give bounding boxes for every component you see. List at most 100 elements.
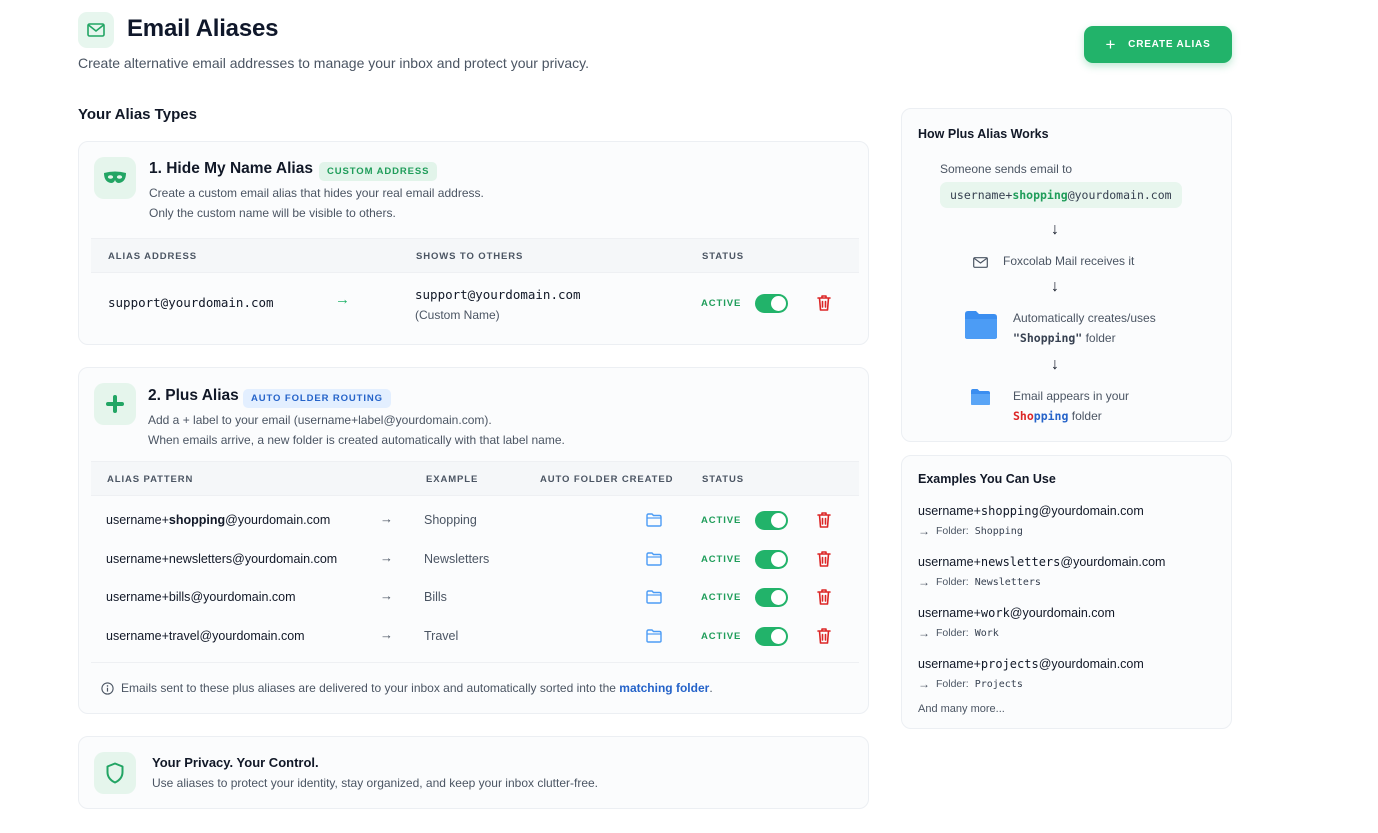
desc-line: When emails arrive, a new folder is crea…: [148, 432, 565, 447]
flow-address-label: shopping: [1012, 188, 1068, 202]
header-mail-icon: [78, 12, 114, 48]
arrow-right-icon: →: [918, 626, 930, 640]
alias-prefix: username+: [106, 551, 169, 566]
example-folder: → Folder: Newsletters: [918, 575, 1041, 589]
example-address: username+work@yourdomain.com: [918, 606, 1115, 620]
alias-pattern: username+newsletters@yourdomain.com: [106, 552, 337, 566]
folder-icon: [964, 310, 998, 345]
examples-panel: Examples You Can Use username+shopping@y…: [901, 455, 1232, 729]
delete-icon[interactable]: [816, 627, 832, 645]
flow-step-3-suffix: folder: [1082, 331, 1116, 345]
alias-pattern: username+travel@yourdomain.com: [106, 629, 305, 643]
example-suffix: @yourdomain.com: [1060, 555, 1166, 569]
privacy-description: Use aliases to protect your identity, st…: [152, 776, 599, 790]
privacy-card: Your Privacy. Your Control. Use aliases …: [78, 736, 869, 809]
alias-label: bills: [168, 590, 191, 604]
flow-step-4-suffix: folder: [1068, 409, 1102, 423]
shows-note: (Custom Name): [415, 308, 500, 322]
page-title: Email Aliases: [127, 15, 279, 42]
and-many-more: And many more...: [918, 703, 1005, 715]
example-folder: Travel: [424, 628, 459, 643]
flow-step-4-red: Sho: [1013, 409, 1034, 423]
shield-icon: [94, 752, 136, 794]
hide-my-name-card: 1. Hide My Name Alias CUSTOM ADDRESS Cre…: [78, 141, 869, 345]
status-toggle[interactable]: [755, 626, 788, 646]
divider: [91, 662, 859, 663]
how-it-works-title: How Plus Alias Works: [918, 127, 1049, 141]
example-suffix: @yourdomain.com: [1009, 606, 1115, 620]
folder-label: Folder:: [936, 525, 969, 537]
desc-line: Create a custom email alias that hides y…: [149, 186, 484, 200]
alias-address: support@yourdomain.com: [108, 295, 274, 310]
delete-icon[interactable]: [816, 294, 832, 312]
alias-label: travel: [168, 628, 200, 643]
examples-title: Examples You Can Use: [918, 472, 1056, 486]
arrow-right-icon: →: [380, 549, 393, 565]
status-toggle[interactable]: [755, 294, 788, 313]
folder-icon: [646, 551, 662, 566]
create-alias-button[interactable]: + CREATE ALIAS: [1084, 26, 1232, 63]
matching-folder-link[interactable]: matching folder: [619, 681, 709, 695]
example-address: username+projects@yourdomain.com: [918, 657, 1144, 671]
example-folder: → Folder: Work: [918, 626, 999, 640]
arrow-right-icon: →: [335, 291, 350, 308]
mask-icon: [94, 157, 136, 199]
status-badge: ACTIVE: [701, 592, 742, 603]
flow-step-3: Automatically creates/uses "Shopping" fo…: [1013, 308, 1156, 348]
delete-icon[interactable]: [816, 588, 832, 606]
column-header: ALIAS ADDRESS: [108, 251, 197, 262]
status-toggle[interactable]: [755, 549, 788, 569]
status-toggle[interactable]: [755, 511, 788, 530]
example-folder: → Folder: Shopping: [918, 524, 1023, 538]
example-folder: → Folder: Projects: [918, 677, 1023, 691]
folder-label: Folder:: [936, 678, 969, 690]
column-header: STATUS: [702, 474, 744, 485]
flow-step-2: Foxcolab Mail receives it: [1003, 254, 1135, 268]
plus-icon: +: [1105, 34, 1117, 54]
example-label: projects: [980, 657, 1039, 671]
arrow-right-icon: →: [918, 677, 930, 691]
privacy-title: Your Privacy. Your Control.: [152, 755, 319, 770]
flow-address-suffix: @yourdomain.com: [1067, 188, 1172, 202]
column-header: AUTO FOLDER CREATED: [540, 474, 674, 485]
example-folder: Bills: [424, 590, 447, 604]
flow-step-3-line: Automatically creates/uses: [1013, 311, 1156, 325]
flow-step-4-blue: pping: [1033, 409, 1069, 423]
auto-folder-routing-badge: AUTO FOLDER ROUTING: [243, 389, 391, 408]
alias-prefix: username+: [106, 590, 169, 604]
page-subtitle: Create alternative email addresses to ma…: [78, 55, 590, 71]
hide-my-name-title: 1. Hide My Name Alias: [149, 160, 313, 177]
folder-name: Work: [974, 627, 999, 639]
custom-address-badge: CUSTOM ADDRESS: [319, 162, 438, 181]
delete-icon[interactable]: [816, 511, 832, 529]
example-label: newsletters: [980, 555, 1061, 569]
example-prefix: username+: [918, 555, 981, 569]
folder-icon: [646, 628, 662, 643]
arrow-down-icon: ↓: [1051, 278, 1059, 295]
alias-suffix: @yourdomain.com: [199, 628, 305, 643]
flow-step-3-folder: "Shopping": [1013, 331, 1083, 345]
info-note-text: Emails sent to these plus aliases are de…: [121, 681, 616, 695]
alias-prefix: username+: [106, 513, 169, 527]
plus-alias-card: 2. Plus Alias AUTO FOLDER ROUTING Add a …: [78, 367, 869, 714]
status-badge: ACTIVE: [701, 515, 742, 526]
alias-pattern: username+bills@yourdomain.com: [106, 590, 296, 604]
status-toggle[interactable]: [755, 588, 788, 607]
info-note-end: .: [709, 681, 713, 695]
flow-step-4: Email appears in your Shopping folder: [1013, 386, 1129, 426]
delete-icon[interactable]: [816, 550, 832, 568]
folder-name: Newsletters: [974, 576, 1041, 588]
status-badge: ACTIVE: [701, 630, 742, 642]
example-folder: Shopping: [424, 513, 477, 527]
shows-to-others: support@yourdomain.com: [415, 287, 581, 302]
desc-line: Add a + label to your email (username+la…: [148, 413, 492, 427]
arrow-right-icon: →: [380, 626, 393, 642]
hide-my-name-description: Create a custom email alias that hides y…: [149, 184, 484, 223]
example-folder: Newsletters: [424, 551, 490, 566]
alias-suffix: @yourdomain.com: [190, 590, 296, 604]
example-prefix: username+: [918, 504, 981, 518]
folder-icon: [646, 513, 662, 527]
plus-alias-title: 2. Plus Alias: [148, 387, 239, 404]
alias-label: newsletters: [168, 551, 233, 566]
example-suffix: @yourdomain.com: [1038, 657, 1144, 671]
